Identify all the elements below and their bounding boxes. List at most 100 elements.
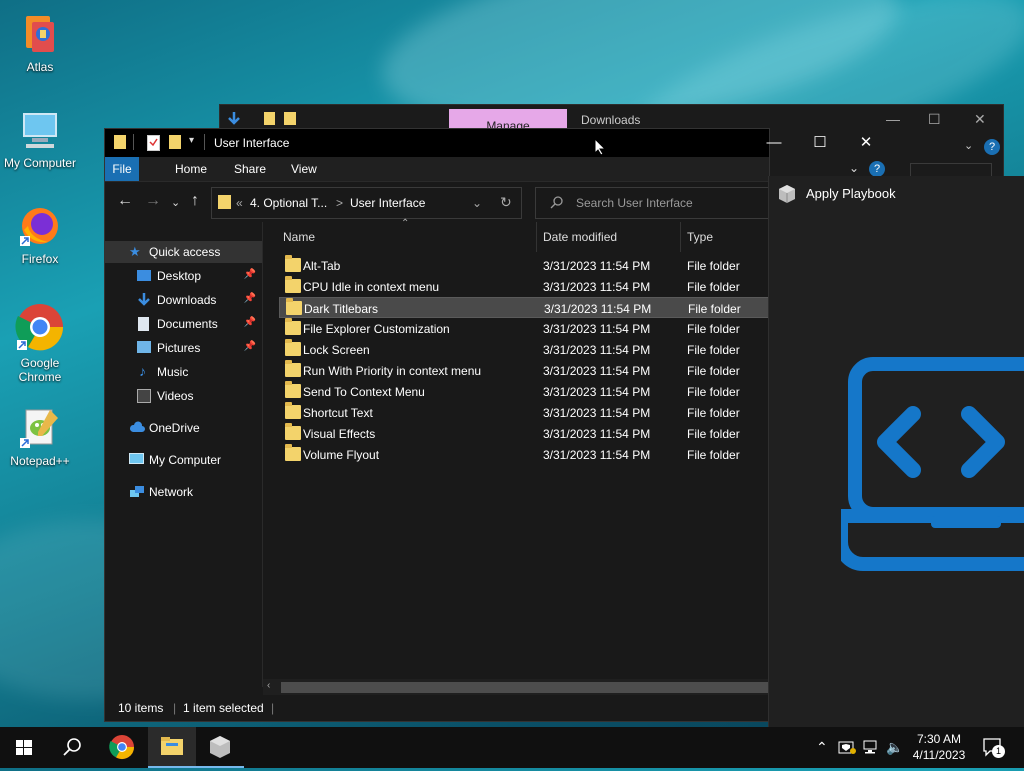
maximize-button[interactable]: ☐: [928, 111, 941, 128]
breadcrumb-current[interactable]: User Interface: [350, 196, 425, 210]
ribbon-tabs: File Home Share View ⌄ ?: [105, 157, 885, 182]
sidebar-item-videos[interactable]: Videos: [105, 385, 262, 407]
notepad-plus-plus-icon: [18, 406, 62, 450]
sidebar-item-pictures[interactable]: Pictures 📌: [105, 337, 262, 359]
column-header-type[interactable]: Type: [681, 222, 771, 252]
close-button[interactable]: ✕: [843, 129, 889, 157]
sidebar-item-documents[interactable]: Documents 📌: [105, 313, 262, 335]
refresh-icon[interactable]: ↻: [500, 194, 512, 211]
sidebar-item-music[interactable]: ♪ Music: [105, 361, 262, 383]
pin-icon[interactable]: 📌: [244, 317, 256, 328]
sidebar-item-quick-access[interactable]: ★ Quick access: [105, 241, 262, 263]
sidebar-item-network[interactable]: Network: [105, 481, 262, 503]
search-button[interactable]: [48, 727, 96, 768]
back-arrow-icon[interactable]: ←: [117, 192, 133, 210]
folder-icon: [286, 298, 302, 315]
table-row[interactable]: File Explorer Customization 3/31/2023 11…: [279, 318, 769, 339]
volume-icon[interactable]: 🔈: [886, 739, 903, 756]
customize-toolbar-icon[interactable]: ▾: [189, 135, 194, 146]
taskbar: ⌃ 🔈 7:30 AM 4/11/2023 1: [0, 727, 1024, 768]
table-row[interactable]: Visual Effects 3/31/2023 11:54 PM File f…: [279, 423, 769, 444]
table-row[interactable]: Run With Priority in context menu 3/31/2…: [279, 360, 769, 381]
security-icon[interactable]: [838, 739, 856, 758]
folder-icon: [285, 255, 301, 272]
table-row[interactable]: Lock Screen 3/31/2023 11:54 PM File fold…: [279, 339, 769, 360]
address-bar[interactable]: « 4. Optional T... > User Interface ⌄ ↻: [211, 187, 522, 219]
tab-file[interactable]: File: [105, 157, 139, 181]
help-icon[interactable]: ?: [984, 139, 1000, 155]
notification-center-icon[interactable]: 1: [982, 737, 1005, 760]
table-row[interactable]: Shortcut Text 3/31/2023 11:54 PM File fo…: [279, 402, 769, 423]
pin-icon[interactable]: 📌: [244, 341, 256, 352]
sidebar-item-my-computer[interactable]: My Computer: [105, 449, 262, 471]
clock-date: 4/11/2023: [912, 748, 966, 762]
close-button[interactable]: ✕: [974, 111, 986, 128]
desktop-icon-my-computer[interactable]: My Computer: [0, 108, 80, 170]
chevron-down-icon[interactable]: ⌄: [964, 139, 973, 152]
firefox-icon: [18, 204, 62, 248]
expand-ribbon-icon[interactable]: ⌄: [849, 161, 859, 175]
clock[interactable]: 7:30 AM 4/11/2023: [906, 731, 972, 763]
sidebar-item-desktop[interactable]: Desktop 📌: [105, 265, 262, 287]
scrollbar-thumb[interactable]: [281, 682, 769, 693]
forward-arrow-icon[interactable]: →: [145, 192, 161, 210]
navigation-bar: ← → ⌄ ↑ « 4. Optional T... > User Interf…: [105, 182, 777, 222]
taskbar-playbook[interactable]: [196, 727, 244, 768]
desktop-icon-chrome[interactable]: Google Chrome: [0, 302, 80, 384]
help-icon[interactable]: ?: [869, 161, 885, 177]
folder-icon: [285, 423, 301, 440]
folder-icon: [285, 276, 301, 293]
desktop-icon-atlas[interactable]: Atlas: [0, 12, 80, 74]
folder-icon: [114, 135, 126, 149]
title-bar[interactable]: ▾ User Interface — ☐ ✕: [105, 129, 872, 157]
sidebar-item-downloads[interactable]: Downloads 📌: [105, 289, 262, 311]
maximize-button[interactable]: ☐: [797, 129, 843, 157]
music-note-icon: ♪: [139, 363, 146, 379]
tab-share[interactable]: Share: [224, 157, 276, 181]
desktop-icon-notepadpp[interactable]: Notepad++: [0, 406, 80, 468]
search-input[interactable]: Search User Interface: [535, 187, 777, 219]
playbook-window[interactable]: Apply Playbook: [768, 176, 1024, 727]
tab-view[interactable]: View: [281, 157, 327, 181]
tab-home[interactable]: Home: [165, 157, 217, 181]
pin-icon[interactable]: 📌: [244, 269, 256, 280]
network-status-icon[interactable]: [862, 739, 880, 758]
download-arrow-icon: [137, 293, 151, 307]
breadcrumb-parent[interactable]: 4. Optional T...: [250, 196, 327, 210]
recent-locations-icon[interactable]: ⌄: [171, 196, 180, 209]
properties-icon[interactable]: [147, 135, 160, 151]
table-row-selected[interactable]: Dark Titlebars 3/31/2023 11:54 PM File f…: [279, 297, 769, 318]
sidebar-item-onedrive[interactable]: OneDrive: [105, 417, 262, 439]
table-row[interactable]: Alt-Tab 3/31/2023 11:54 PM File folder: [279, 255, 769, 276]
desktop-icon-label: My Computer: [3, 156, 77, 170]
show-hidden-icons[interactable]: ⌃: [816, 739, 828, 756]
minimize-button[interactable]: —: [751, 129, 797, 157]
desktop-icon-label: Notepad++: [10, 454, 70, 468]
file-explorer-window[interactable]: ▾ User Interface — ☐ ✕ File Home Share V…: [104, 128, 885, 722]
column-header-date-modified[interactable]: Date modified: [537, 222, 681, 252]
table-row[interactable]: Volume Flyout 3/31/2023 11:54 PM File fo…: [279, 444, 769, 465]
desktop-icon-label: Firefox: [21, 252, 59, 266]
scroll-left-icon[interactable]: ‹: [267, 680, 270, 691]
table-row[interactable]: Send To Context Menu 3/31/2023 11:54 PM …: [279, 381, 769, 402]
new-folder-icon[interactable]: [169, 135, 181, 149]
window-title: User Interface: [214, 136, 290, 150]
breadcrumb-separator[interactable]: >: [336, 196, 343, 210]
horizontal-scrollbar[interactable]: ‹: [263, 679, 769, 696]
minimize-button[interactable]: —: [886, 111, 900, 127]
start-button[interactable]: [0, 727, 48, 768]
cloud-icon: [129, 421, 145, 435]
breadcrumb-overflow[interactable]: «: [236, 196, 243, 210]
column-header-name[interactable]: Name: [277, 222, 537, 252]
pin-icon[interactable]: 📌: [244, 293, 256, 304]
table-row[interactable]: CPU Idle in context menu 3/31/2023 11:54…: [279, 276, 769, 297]
taskbar-chrome[interactable]: [98, 727, 146, 768]
item-count: 10 items: [118, 701, 164, 715]
folder-icon: [285, 381, 301, 398]
address-dropdown-icon[interactable]: ⌄: [472, 196, 482, 210]
chrome-icon: [15, 302, 65, 352]
taskbar-file-explorer[interactable]: [148, 727, 196, 768]
desktop-icon-firefox[interactable]: Firefox: [0, 204, 80, 266]
code-laptop-icon: [834, 356, 1024, 583]
up-arrow-icon[interactable]: ↑: [191, 192, 199, 210]
